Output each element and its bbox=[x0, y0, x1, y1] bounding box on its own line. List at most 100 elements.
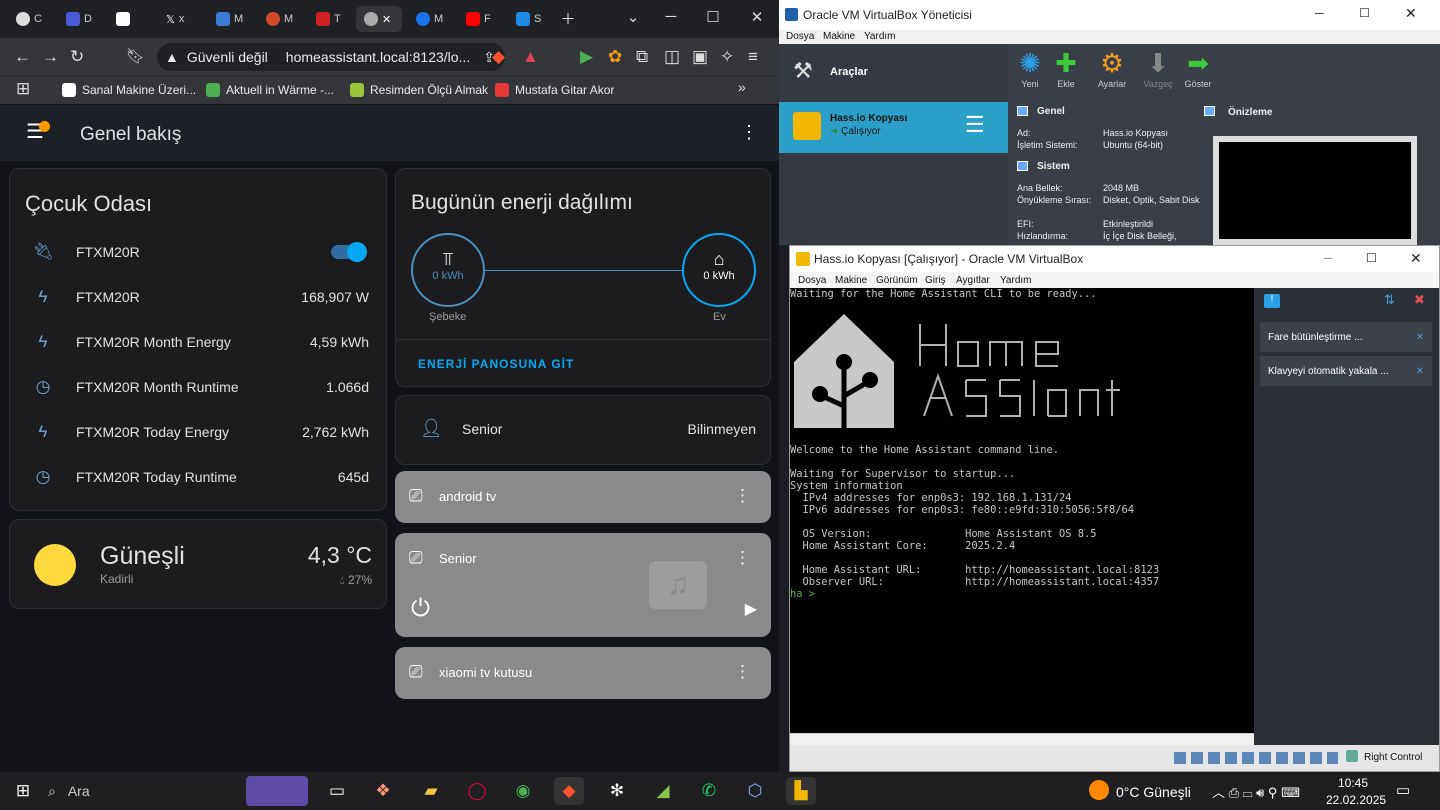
tab-list-button[interactable]: ⌄ bbox=[618, 8, 648, 26]
entity-row[interactable]: ϟ FTXM20R Today Energy 2,762 kWh bbox=[10, 409, 385, 454]
entity-row[interactable]: 🔌︎ FTXM20R bbox=[10, 229, 385, 274]
maximize-button[interactable]: ☐ bbox=[1366, 251, 1377, 265]
person-card[interactable]: 👤︎ Senior Bilinmeyen bbox=[395, 395, 771, 465]
opera-icon[interactable]: ◯ bbox=[462, 777, 492, 805]
search-box[interactable]: ⌕ Ara bbox=[48, 776, 228, 806]
tab-4[interactable]: 𝕏x bbox=[158, 6, 204, 32]
notification-keyboard[interactable]: Klavyeyi otomatik yakala ... ✕ bbox=[1260, 356, 1432, 386]
vm-taskbar-icon[interactable]: ▙ bbox=[786, 777, 816, 805]
minimize-button[interactable]: ─ bbox=[1315, 6, 1324, 20]
clock-time[interactable]: 10:45 bbox=[1338, 776, 1368, 790]
tray-icons[interactable]: ︿ ⎙ ▭ 🔊︎ ⚲ ⌨ bbox=[1212, 782, 1300, 801]
tab-9[interactable]: M bbox=[408, 6, 454, 32]
puzzle-icon[interactable]: ⧉ bbox=[636, 47, 648, 67]
entity-row[interactable]: ◷ FTXM20R Today Runtime 645d bbox=[10, 454, 385, 499]
discard-button[interactable]: ⬇ Vazgeç bbox=[1140, 48, 1176, 89]
start-button[interactable]: ⊞ bbox=[8, 777, 38, 805]
search-highlight-image[interactable] bbox=[246, 776, 308, 806]
menu-icon[interactable]: ≡ bbox=[748, 47, 758, 67]
minimize-button[interactable]: ─ bbox=[1324, 251, 1333, 265]
apps-icon[interactable]: ⊞ bbox=[16, 79, 30, 99]
bookmark-icon[interactable]: 🔖︎ bbox=[126, 47, 145, 65]
tab-6[interactable]: M bbox=[258, 6, 304, 32]
menu-aygitlar[interactable]: Aygıtlar bbox=[956, 275, 990, 286]
home-node[interactable]: ⌂ 0 kWh bbox=[682, 233, 756, 307]
minimize-button[interactable]: ─ bbox=[656, 8, 686, 25]
weather-text[interactable]: 0°C Güneşli bbox=[1116, 784, 1191, 800]
tab-5[interactable]: M bbox=[208, 6, 254, 32]
entity-row[interactable]: ϟ FTXM20R 168,907 W bbox=[10, 274, 385, 319]
menu-makine[interactable]: Makine bbox=[823, 31, 855, 42]
tab-active[interactable]: ✕ bbox=[356, 6, 402, 32]
brave-rewards-icon[interactable]: ▲ bbox=[522, 47, 539, 67]
menu-makine[interactable]: Makine bbox=[835, 275, 867, 286]
leo-icon[interactable]: ✧ bbox=[720, 47, 734, 67]
entity-row[interactable]: ◷ FTXM20R Month Runtime 1.066d bbox=[10, 364, 385, 409]
chrome-icon[interactable]: ◉ bbox=[508, 777, 538, 805]
bluestacks-icon[interactable]: ◢ bbox=[648, 777, 678, 805]
sort-icon[interactable]: ⇅ bbox=[1384, 292, 1395, 308]
settings-button[interactable]: ⚙ Ayarlar bbox=[1094, 48, 1130, 89]
menu-yardim[interactable]: Yardım bbox=[864, 31, 896, 42]
bookmark-2[interactable]: Aktuell in Wärme -... bbox=[206, 83, 334, 97]
brave-shield-icon[interactable]: ◆ bbox=[492, 47, 505, 67]
vm-console[interactable]: Waiting for the Home Assistant CLI to be… bbox=[790, 288, 1254, 745]
wallet-icon[interactable]: ▣ bbox=[692, 47, 708, 67]
status-icons[interactable] bbox=[1174, 752, 1338, 764]
more-vert-icon[interactable]: ⋮ bbox=[740, 122, 758, 143]
energy-dashboard-link[interactable]: ENERJİ PANOSUNA GİT bbox=[418, 357, 574, 371]
tab-7[interactable]: T bbox=[308, 6, 354, 32]
maximize-button[interactable]: ☐ bbox=[698, 8, 728, 26]
brave-icon[interactable]: ◆ bbox=[554, 777, 584, 805]
menu-dosya[interactable]: Dosya bbox=[786, 31, 814, 42]
show-button[interactable]: ➡ Göster bbox=[1180, 48, 1216, 89]
bookmark-1[interactable]: Sanal Makine Üzeri... bbox=[62, 83, 196, 97]
forward-icon[interactable]: → bbox=[42, 47, 59, 67]
file-explorer-icon[interactable]: ▰ bbox=[416, 777, 446, 805]
tab-2[interactable]: D bbox=[58, 6, 104, 32]
add-button[interactable]: ✚ Ekle bbox=[1050, 48, 1082, 89]
notification-icon[interactable]: ! bbox=[1264, 294, 1280, 308]
notification-mouse[interactable]: Fare bütünleştirme ... ✕ bbox=[1260, 322, 1432, 352]
copilot-icon[interactable]: ❖ bbox=[368, 777, 398, 805]
bookmark-4[interactable]: Mustafa Gitar Akor bbox=[495, 83, 614, 97]
extension-icon[interactable]: ✿ bbox=[608, 47, 622, 67]
weather-card[interactable]: Güneşli Kadirli 4,3 °C 💧︎ 27% bbox=[9, 519, 387, 609]
more-vert-icon[interactable]: ⋮ bbox=[734, 662, 751, 682]
task-view-icon[interactable]: ▭ bbox=[322, 777, 352, 805]
back-icon[interactable]: ← bbox=[14, 47, 31, 67]
media-card[interactable]: ⎚ xiaomi tv kutusu ⋮ bbox=[395, 647, 771, 699]
new-button[interactable]: ✺ Yeni bbox=[1014, 48, 1046, 89]
menu-gorunum[interactable]: Görünüm bbox=[876, 275, 918, 286]
whatsapp-icon[interactable]: ✆ bbox=[694, 777, 724, 805]
clear-all-icon[interactable]: ✖ bbox=[1414, 292, 1425, 308]
menu-giris[interactable]: Giriş bbox=[925, 275, 946, 286]
vm-item[interactable]: Hass.io Kopyası ➜ Çalışıyor ☰ bbox=[779, 102, 1008, 153]
notification-center-icon[interactable]: ▭ bbox=[1396, 781, 1410, 799]
media-card[interactable]: ⎚ Senior ⋮ ♫ ⏻ ▶︎ bbox=[395, 533, 771, 637]
tab-10[interactable]: F bbox=[458, 6, 504, 32]
bookmark-3[interactable]: Resimden Ölçü Almak bbox=[350, 83, 488, 97]
more-vert-icon[interactable]: ⋮ bbox=[734, 486, 751, 506]
more-vert-icon[interactable]: ⋮ bbox=[734, 548, 751, 568]
menu-yardim[interactable]: Yardım bbox=[1000, 275, 1032, 286]
media-card[interactable]: ⎚ android tv ⋮ bbox=[395, 471, 771, 523]
horizontal-scrollbar[interactable] bbox=[790, 733, 1254, 745]
close-button[interactable]: ✕ bbox=[1410, 250, 1422, 267]
address-bar[interactable]: ▲ Güvenli değil homeassistant.local:8123… bbox=[157, 43, 505, 71]
menu-dosya[interactable]: Dosya bbox=[798, 275, 826, 286]
tab-1[interactable]: C bbox=[8, 6, 54, 32]
clock-date[interactable]: 22.02.2025 bbox=[1326, 793, 1386, 807]
close-button[interactable]: ✕ bbox=[742, 8, 772, 26]
media-browse-icon[interactable]: ▶︎ bbox=[745, 599, 757, 619]
toggle-switch[interactable] bbox=[331, 241, 367, 262]
reload-icon[interactable]: ↻ bbox=[70, 47, 84, 67]
close-button[interactable]: ✕ bbox=[1405, 5, 1417, 22]
sidebar-icon[interactable]: ◫ bbox=[664, 47, 680, 67]
virtualbox-icon[interactable]: ⬡ bbox=[740, 777, 770, 805]
new-tab-button[interactable]: ＋ bbox=[553, 8, 583, 29]
power-icon[interactable]: ⏻ bbox=[411, 595, 430, 623]
entity-row[interactable]: ϟ FTXM20R Month Energy 4,59 kWh bbox=[10, 319, 385, 364]
more-bookmarks-icon[interactable]: » bbox=[738, 79, 746, 95]
tab-11[interactable]: S bbox=[508, 6, 554, 32]
